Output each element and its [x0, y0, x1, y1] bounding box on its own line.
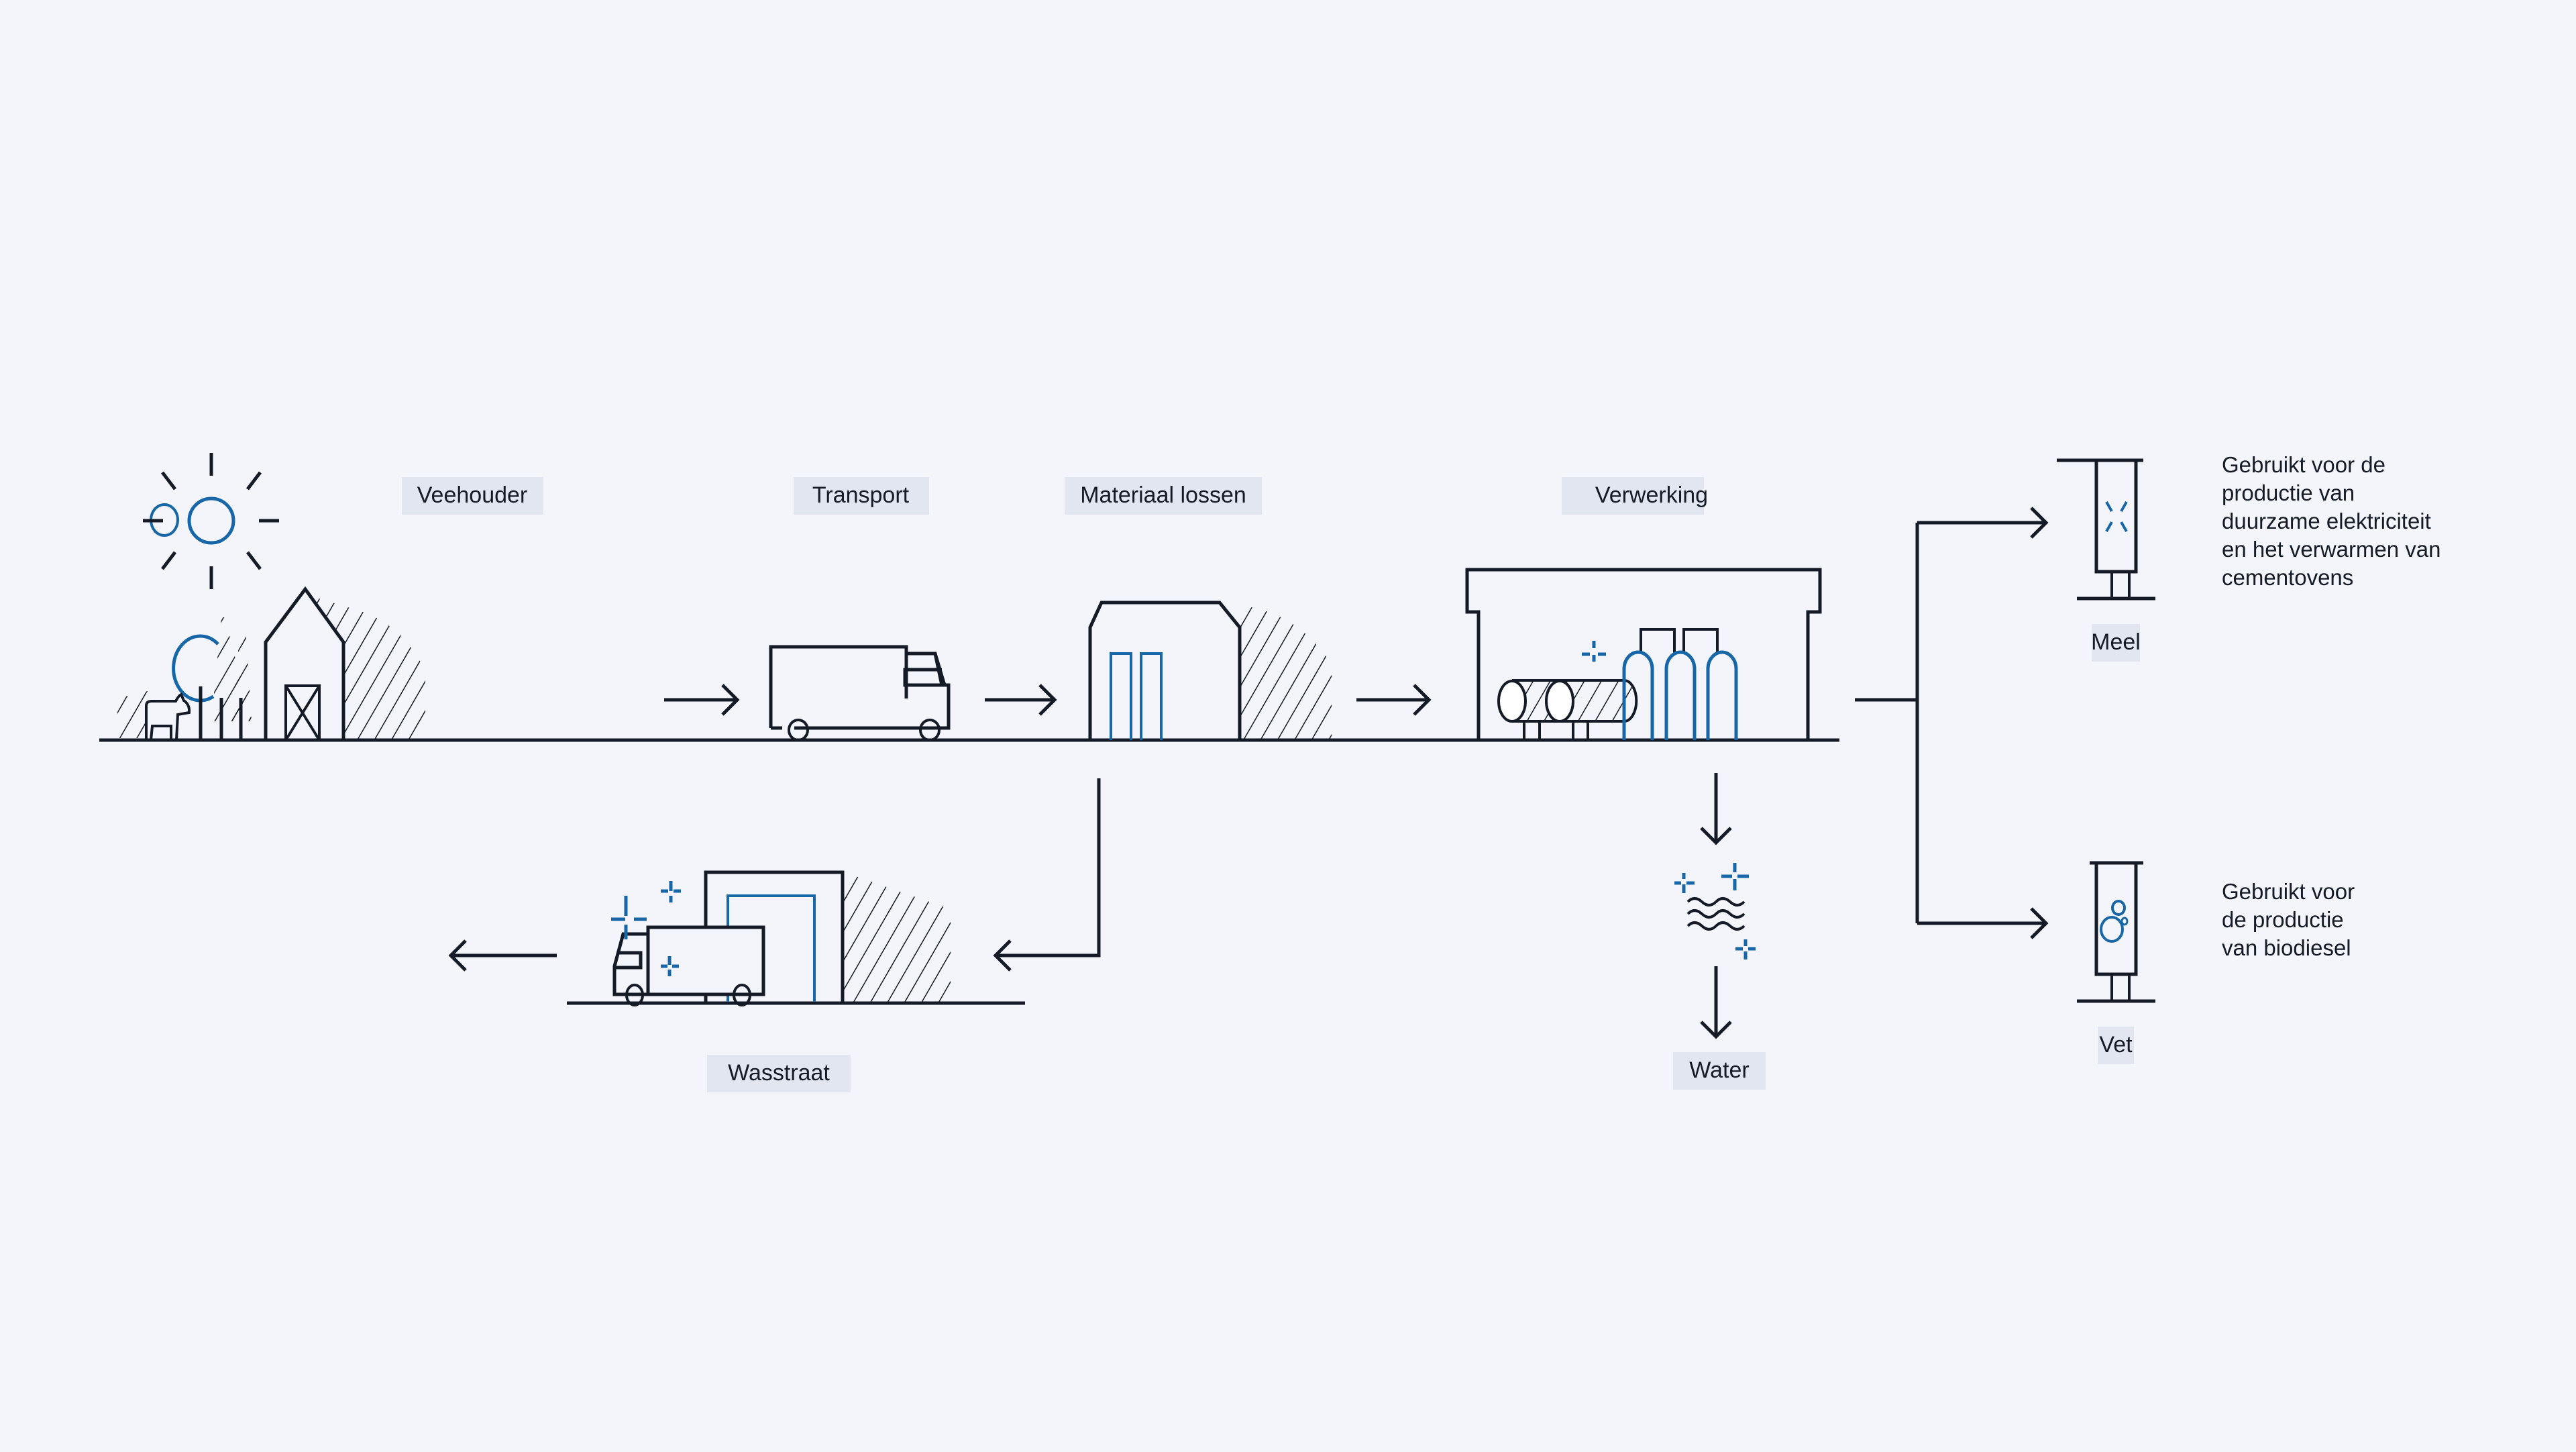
label-veehouder: Veehouder [402, 477, 543, 515]
label-meel-text: Meel [2091, 629, 2141, 655]
barn-shadow-hatch [310, 596, 425, 740]
silo-icon [2057, 458, 2155, 601]
label-water: Water [1673, 1052, 1766, 1090]
process-diagram: Veehouder Transport Materiaal lossen Was… [99, 452, 2447, 1092]
output-meel-group: Gebruikt voor de productie van duurzame … [2057, 452, 2447, 662]
arrow-wasstraat-exit [448, 939, 557, 972]
arrow-lossen-to-wasstraat [993, 778, 1101, 972]
vertical-tanks-icon [1622, 628, 1738, 740]
washed-truck-icon [612, 925, 765, 1006]
sparkle-icon-water [1674, 863, 1756, 960]
warehouse-icon [1088, 601, 1332, 740]
output-vet-group: Gebruikt voor de productie van biodiesel… [2077, 861, 2361, 1064]
water-group: Water [1673, 773, 1766, 1090]
label-verwerking: Verwerking [1562, 477, 1708, 515]
arrow-veehouder-to-transport [664, 684, 740, 716]
bush-hatch-icon [114, 691, 148, 738]
wasstraat-hatch [843, 872, 951, 1002]
vet-desc-line-3: van biodiesel [2222, 935, 2351, 960]
sun-icon [143, 453, 279, 589]
barn-door-icon [284, 684, 321, 741]
transport-group: Transport [769, 477, 951, 741]
silo-bubbles-icon [2077, 861, 2155, 1003]
meel-desc-line-3: duurzame elektriciteit [2222, 509, 2431, 533]
label-transport: Transport [794, 477, 929, 515]
arrow-lossen-to-verwerking [1356, 684, 1432, 716]
label-vet: Vet [2098, 1027, 2134, 1064]
processing-plant-icon [1465, 568, 1822, 740]
meel-desc-line-2: productie van [2222, 480, 2355, 505]
meel-desc-line-1: Gebruikt voor de [2222, 452, 2385, 477]
horizontal-tank-icon [1497, 679, 1638, 740]
label-veehouder-text: Veehouder [417, 482, 528, 508]
label-verwerking-text: Verwerking [1595, 482, 1708, 508]
verwerking-group: Verwerking [1465, 477, 1822, 740]
label-vet-text: Vet [2099, 1032, 2133, 1057]
label-transport-text: Transport [812, 482, 910, 508]
meel-desc-line-4: en het verwarmen van [2222, 537, 2441, 562]
wasstraat-group: Wasstraat [567, 870, 1025, 1092]
vet-desc-line-2: de productie [2222, 907, 2344, 932]
meel-desc-line-5: cementovens [2222, 565, 2353, 590]
cow-icon [145, 692, 191, 741]
round-tree-crown-icon [172, 634, 219, 703]
arrow-verwerking-to-water-1 [1700, 773, 1732, 845]
materiaal-lossen-group: Materiaal lossen [1065, 477, 1332, 740]
arrow-transport-to-lossen [985, 684, 1057, 716]
label-materiaal-lossen-text: Materiaal lossen [1080, 482, 1246, 508]
veehouder-group: Veehouder [114, 453, 543, 741]
arrow-verwerking-to-water-2 [1700, 966, 1732, 1039]
label-wasstraat-text: Wasstraat [728, 1060, 830, 1086]
meel-description: Gebruikt voor de productie van duurzame … [2222, 452, 2447, 590]
branch-connector [1855, 507, 2049, 939]
vet-description: Gebruikt voor de productie van biodiesel [2222, 879, 2361, 960]
sparkle-icon-plant [1582, 641, 1606, 662]
vet-desc-line-1: Gebruikt voor [2222, 879, 2355, 904]
label-meel: Meel [2091, 624, 2141, 662]
truck-icon [769, 645, 951, 741]
label-wasstraat: Wasstraat [707, 1055, 851, 1092]
water-waves-icon [1686, 897, 1746, 931]
label-materiaal-lossen: Materiaal lossen [1065, 477, 1262, 515]
label-water-text: Water [1689, 1057, 1749, 1083]
